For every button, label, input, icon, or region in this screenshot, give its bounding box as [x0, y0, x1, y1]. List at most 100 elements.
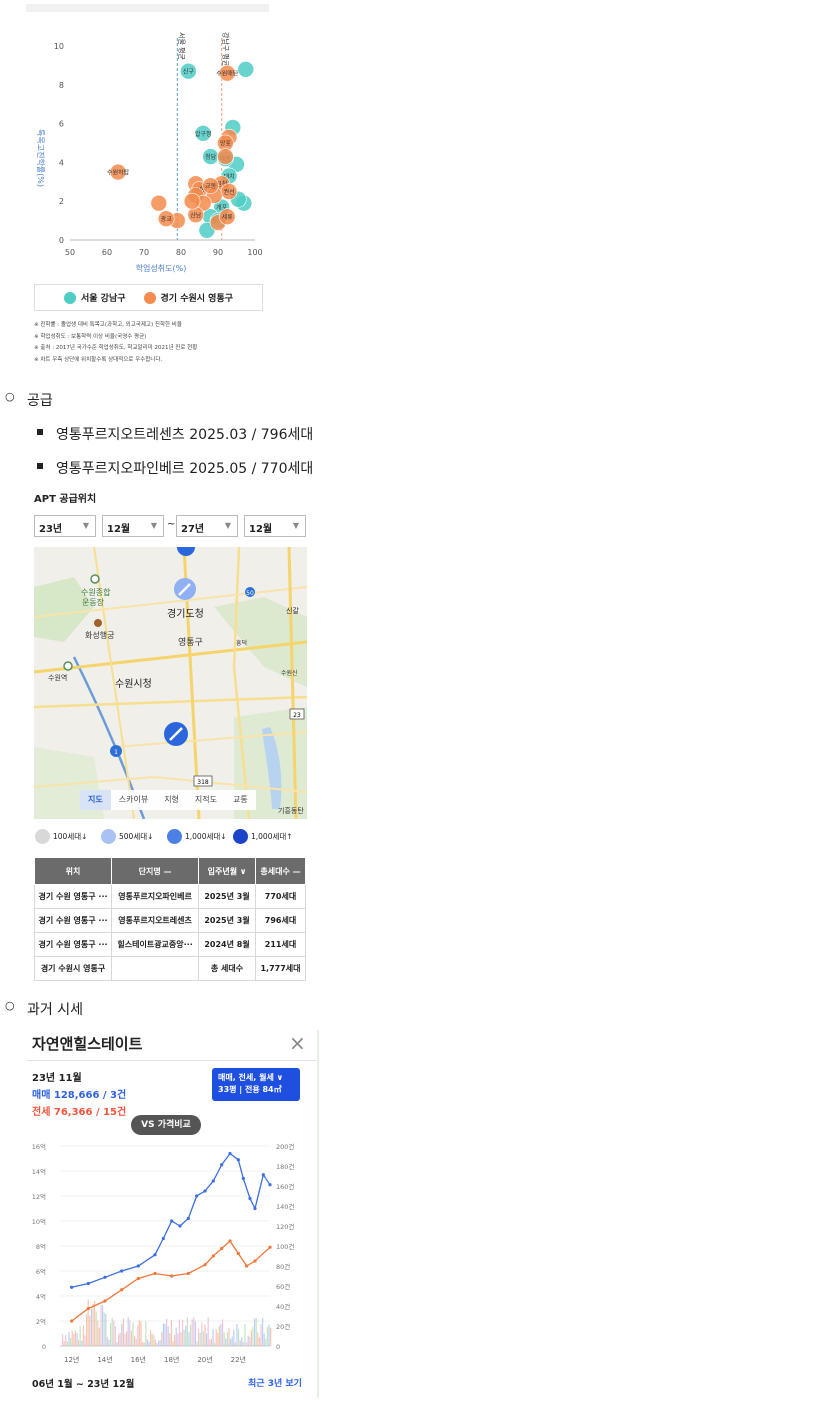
series-point — [228, 1151, 232, 1156]
pin-icon — [167, 829, 182, 844]
volume-bar — [73, 1334, 75, 1346]
y-right-tick: 140건 — [276, 1202, 294, 1211]
series-point — [211, 1254, 215, 1258]
series-point — [136, 1276, 140, 1281]
series-point — [268, 1245, 272, 1249]
volume-bar — [164, 1323, 166, 1346]
legend-100: 100세대↓ — [35, 829, 87, 844]
deal-type-filter-button[interactable]: 매매, 전세, 월세 ∨ 33평 | 전용 84㎡ — [212, 1068, 300, 1101]
series-point — [253, 1206, 257, 1211]
reference-line-label: 강남구 평균 — [222, 32, 231, 67]
map-label: 경기도청 — [167, 607, 204, 620]
tab-skyview[interactable]: 스카이뷰 — [111, 790, 156, 810]
volume-bar — [103, 1312, 105, 1346]
volume-bar — [113, 1320, 115, 1346]
volume-bar — [134, 1336, 136, 1346]
past-heading: ○ 과거 시세 — [5, 999, 83, 1018]
volume-bar — [162, 1323, 164, 1346]
series-point — [241, 1176, 245, 1181]
tab-cadastral[interactable]: 지적도 — [187, 790, 225, 810]
volume-bar — [110, 1323, 112, 1346]
volume-bar — [74, 1330, 76, 1346]
series-point — [245, 1264, 249, 1268]
y-right-tick: 200건 — [276, 1142, 294, 1151]
volume-bar — [257, 1332, 259, 1346]
table-row[interactable]: 경기 수원 영통구 ··· 힐스테이트광교중앙··· 2024년 8월 211세대 — [33, 932, 306, 957]
tab-map[interactable]: 지도 — [80, 790, 111, 810]
volume-bar — [140, 1321, 142, 1346]
complex-title: 자연앤힐스테이트 — [32, 1035, 143, 1053]
map-label: 영통구 — [178, 637, 203, 648]
legend-dot-gangnam — [63, 291, 76, 304]
volume-bar — [178, 1319, 180, 1346]
point-label: 신구 — [183, 68, 195, 76]
col-complex[interactable]: 단지명 — — [111, 857, 200, 885]
volume-bar — [209, 1338, 211, 1346]
volume-bar — [196, 1341, 198, 1346]
x-tick-label: 20년 — [197, 1355, 212, 1364]
volume-bar — [263, 1333, 265, 1346]
y-right-tick: 0 — [276, 1343, 280, 1351]
start-year-select[interactable]: 23년 ▼ — [34, 515, 96, 537]
point-label: 산남 — [190, 211, 202, 219]
table-row[interactable]: 경기 수원 영통구 ··· 영통푸르지오트레센츠 2025년 3월 796세대 — [33, 908, 306, 933]
y-tick-label: 2 — [59, 197, 64, 206]
volume-bar — [242, 1342, 244, 1346]
vs-compare-button[interactable]: VS 가격비교 — [131, 1115, 201, 1135]
y-left-tick: 10억 — [32, 1218, 46, 1226]
note-line: ※ 차트 우측 상단에 위치할수록 상대적으로 우수합니다. — [34, 356, 163, 363]
volume-bar — [122, 1318, 124, 1346]
top-bar — [26, 4, 269, 12]
supply-item: 영통푸르지오파인베르 2025.05 / 770세대 — [37, 458, 313, 478]
x-tick-label: 70 — [139, 248, 149, 257]
x-tick-label: 60 — [102, 248, 112, 257]
volume-bar — [244, 1324, 246, 1346]
volume-bar — [239, 1340, 241, 1346]
close-icon[interactable]: × — [289, 1031, 306, 1055]
legend-label-yeongtong: 경기 수원시 영통구 — [160, 294, 234, 304]
tab-traffic[interactable]: 교통 — [225, 790, 256, 810]
start-month-select[interactable]: 12월 ▼ — [102, 515, 164, 537]
svg-text:318: 318 — [197, 779, 209, 786]
volume-bar — [71, 1331, 73, 1346]
col-move-in[interactable]: 입주년월 ∨ — [198, 857, 256, 885]
volume-bar — [175, 1327, 177, 1346]
volume-bar — [202, 1331, 204, 1346]
series-point — [203, 1189, 207, 1193]
svg-text:50: 50 — [246, 590, 254, 597]
volume-bar — [82, 1325, 84, 1346]
apt-map[interactable]: 50 23 318 1 수원종합 운동장 경기도청 화성행궁 영통구 수원시청 … — [34, 547, 307, 819]
legend-1000-down: 1,000세대↓ — [167, 829, 227, 844]
volume-bar — [236, 1323, 238, 1346]
map-tabs: 지도 스카이뷰 지형 지적도 교통 — [80, 790, 256, 810]
end-month-select[interactable]: 12월 ▼ — [244, 515, 306, 537]
volume-bar — [185, 1325, 187, 1346]
y-left-tick: 12억 — [32, 1193, 46, 1201]
point-label: 수원매탄 — [216, 70, 239, 78]
volume-bar — [90, 1308, 92, 1346]
volume-bar — [68, 1332, 70, 1346]
table-row[interactable]: 경기 수원 영통구 ··· 영통푸르지오파인베르 2025년 3월 770세대 — [33, 884, 306, 909]
col-units[interactable]: 총세대수 — — [255, 857, 306, 885]
recent-3-years-link[interactable]: 최근 3년 보기 — [248, 1376, 302, 1389]
y-left-tick: 6억 — [36, 1268, 46, 1276]
volume-bar — [223, 1332, 225, 1346]
volume-bar — [249, 1336, 251, 1346]
volume-bar — [190, 1324, 192, 1346]
volume-bar — [262, 1317, 264, 1346]
volume-bar — [231, 1336, 233, 1346]
volume-bar — [124, 1333, 126, 1346]
volume-bar — [199, 1332, 201, 1346]
volume-bar — [193, 1317, 195, 1346]
volume-bar — [159, 1340, 161, 1346]
volume-bar — [129, 1320, 131, 1346]
end-year-select[interactable]: 27년 ▼ — [176, 515, 238, 537]
volume-bar — [246, 1342, 248, 1346]
volume-bar — [238, 1328, 240, 1346]
col-location[interactable]: 위치 — [33, 857, 113, 885]
x-tick-label: 90 — [213, 248, 223, 257]
volume-bar — [167, 1326, 169, 1346]
tab-terrain[interactable]: 지형 — [156, 790, 187, 810]
volume-bar — [150, 1330, 152, 1346]
scatter-chart: 50 60 70 80 90 1000246810 서울 평균 강남구 평균 신구압구정청담대… — [36, 32, 263, 273]
